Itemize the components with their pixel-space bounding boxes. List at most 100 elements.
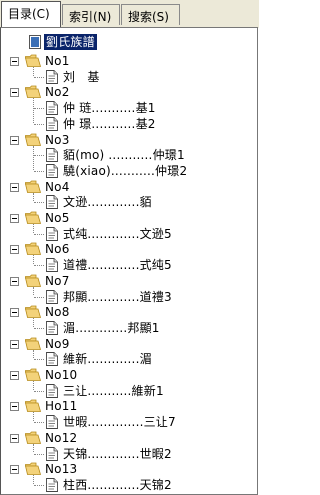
collapse-toggle-icon[interactable]: [10, 135, 19, 145]
tree-leaf[interactable]: 文逊.............貊: [1, 194, 251, 210]
tab-index[interactable]: 索引(N): [62, 4, 120, 25]
tree-group[interactable]: No3: [1, 132, 251, 148]
collapse-toggle-icon[interactable]: [10, 339, 19, 349]
contents-tree[interactable]: 劉氏族譜 No1 刘 基 No2 仲 琏...........基1 仲 璟.......…: [0, 27, 258, 495]
tree-group[interactable]: Ho11: [1, 398, 251, 414]
tree-connector-line: [34, 453, 44, 455]
tree-connector-line: [34, 484, 44, 486]
tree-group[interactable]: No8: [1, 304, 251, 320]
tree-group[interactable]: No6: [1, 241, 251, 257]
document-page-icon: [46, 383, 58, 398]
tree-connector-line: [34, 170, 44, 172]
tree-leaf[interactable]: 邦顯.............道禮3: [1, 289, 251, 305]
open-folder-icon: [25, 85, 41, 99]
tree-group-label: No7: [45, 273, 70, 288]
tree-group-label: No8: [45, 305, 70, 320]
tree-connector-line: [34, 108, 44, 110]
tree-group[interactable]: No5: [1, 210, 251, 226]
tree-group[interactable]: No2: [1, 84, 251, 100]
collapse-toggle-icon[interactable]: [10, 245, 19, 255]
tree-leaf-label: 仲 琏...........基1: [63, 101, 156, 116]
document-page-icon: [46, 477, 58, 492]
tree-group[interactable]: No13: [1, 461, 251, 477]
tab-strip: 目录(C) 索引(N) 搜索(S): [0, 0, 259, 28]
collapse-toggle-icon[interactable]: [10, 88, 19, 98]
tree-group-label: Ho11: [45, 399, 78, 414]
collapse-toggle-icon[interactable]: [10, 214, 19, 223]
collapse-toggle-icon[interactable]: [10, 371, 19, 380]
tree-connector-line: [34, 296, 44, 298]
tree-group-label: No13: [45, 462, 78, 477]
document-page-icon: [46, 226, 58, 241]
tree-group-label: No12: [45, 430, 78, 445]
collapse-toggle-icon[interactable]: [10, 57, 19, 66]
collapse-toggle-icon[interactable]: [10, 182, 19, 192]
tree-group-label: No9: [45, 336, 70, 351]
tree-leaf[interactable]: 刘 基: [1, 69, 251, 85]
tree-group-label: No4: [45, 179, 70, 194]
tree-connector-line: [34, 265, 44, 267]
tree-leaf-label: 仲 璟...........基2: [63, 116, 156, 131]
tree-connector-line: [34, 390, 44, 392]
tree-group[interactable]: No1: [1, 53, 251, 69]
tree-leaf[interactable]: 驍(xiao)...........仲璟2: [1, 163, 251, 179]
document-page-icon: [46, 352, 58, 367]
tree-leaf[interactable]: 貊(mo) ...........仲璟1: [1, 147, 251, 163]
tree-leaf-label: 文逊.............貊: [63, 195, 152, 210]
tree-leaf-label: 刘 基: [63, 69, 100, 84]
tree-group-label: No1: [45, 54, 70, 68]
tree-leaf-label: 湄.............邦顯1: [63, 320, 160, 335]
tree-group[interactable]: No9: [1, 336, 251, 352]
tree-root-label: 劉氏族譜: [44, 34, 97, 50]
tree-group-label: No2: [45, 85, 70, 100]
collapse-toggle-icon[interactable]: [10, 465, 19, 475]
tree-leaf[interactable]: 道禮.............式纯5: [1, 257, 251, 273]
tree-group-label: No6: [45, 242, 70, 257]
tree-leaf[interactable]: 維新.............湄: [1, 351, 251, 367]
tree-connector-line: [34, 76, 44, 78]
tree-connector-line: [34, 233, 44, 235]
open-folder-icon: [25, 211, 41, 224]
document-page-icon: [46, 289, 58, 304]
document-page-icon: [46, 258, 58, 273]
tree-leaf[interactable]: 三让...........維新1: [1, 383, 251, 399]
collapse-toggle-icon[interactable]: [10, 276, 19, 286]
tree-leaf-label: 式纯.............文逊5: [63, 226, 172, 241]
tab-search[interactable]: 搜索(S): [121, 4, 180, 25]
open-folder-icon: [25, 368, 41, 381]
tree-leaf[interactable]: 天锦.............世暇2: [1, 446, 251, 462]
tree-leaf[interactable]: 式纯.............文逊5: [1, 226, 251, 242]
tree-leaf-label: 三让...........維新1: [63, 383, 164, 398]
tree-group[interactable]: No7: [1, 273, 251, 289]
tab-contents[interactable]: 目录(C): [1, 1, 61, 27]
tree-connector-line: [34, 155, 44, 157]
tab-index-label: 索引(N): [69, 10, 112, 24]
document-page-icon: [46, 69, 58, 84]
tree-leaf-label: 道禮.............式纯5: [63, 258, 172, 273]
open-folder-icon: [25, 242, 41, 256]
tree-connector-line: [34, 422, 44, 424]
collapse-toggle-icon[interactable]: [10, 433, 19, 443]
tab-search-label: 搜索(S): [128, 10, 169, 24]
document-page-icon: [46, 116, 58, 131]
tree-connector-line: [34, 202, 44, 204]
tree-connector-line: [34, 359, 44, 361]
help-contents-window: 目录(C) 索引(N) 搜索(S) 劉氏族譜 No1 刘 基 No2 仲 琏.....…: [0, 0, 259, 495]
tree-group[interactable]: No4: [1, 179, 251, 195]
tree-leaf[interactable]: 柱西.............天锦2: [1, 477, 251, 493]
collapse-toggle-icon[interactable]: [10, 308, 19, 318]
tree-leaf[interactable]: 仲 璟...........基2: [1, 116, 251, 132]
tree-leaf[interactable]: 湄.............邦顯1: [1, 320, 251, 336]
tree-group[interactable]: No12: [1, 430, 251, 446]
tree-leaf[interactable]: 仲 琏...........基1: [1, 100, 251, 116]
open-folder-icon: [25, 431, 41, 444]
tree-leaf-label: 維新.............湄: [63, 352, 152, 367]
open-folder-icon: [25, 462, 41, 476]
document-page-icon: [46, 163, 58, 178]
tree-group[interactable]: No10: [1, 367, 251, 383]
tree-leaf[interactable]: 世暇..............三让7: [1, 414, 251, 430]
tab-contents-label: 目录(C): [8, 7, 50, 21]
tree-connector-line: [34, 123, 44, 125]
tree-leaf-label: 柱西.............天锦2: [63, 477, 172, 492]
collapse-toggle-icon[interactable]: [10, 402, 19, 412]
